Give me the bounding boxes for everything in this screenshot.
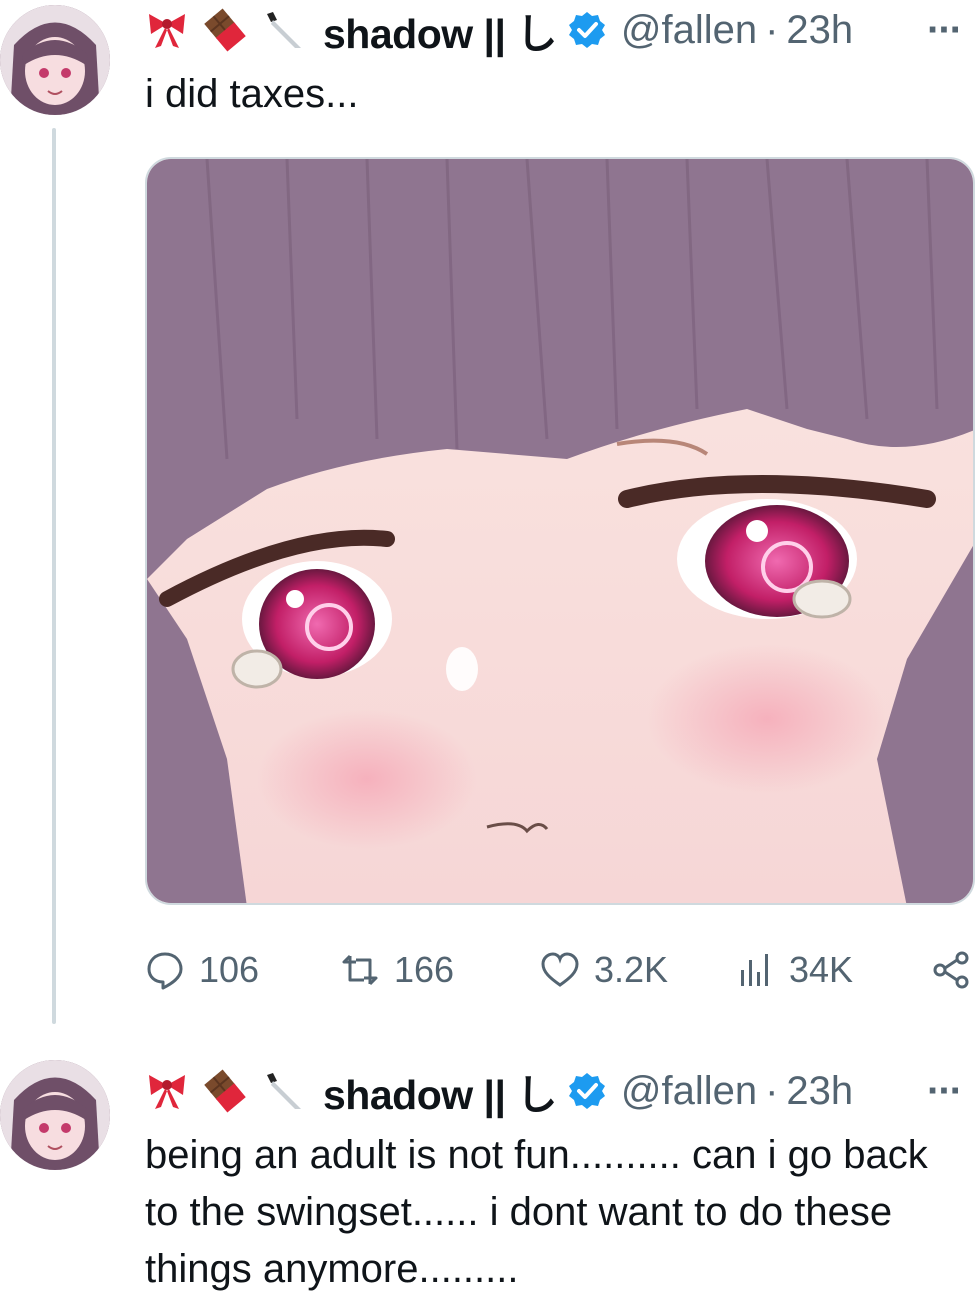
chocolate-icon — [203, 8, 247, 52]
reply-icon — [147, 952, 183, 990]
heart-icon — [541, 952, 579, 987]
more-options-icon[interactable]: ··· — [927, 1069, 963, 1114]
tweet-text-line: being an adult is not fun.......... can … — [145, 1133, 928, 1177]
thread-line — [52, 128, 56, 1024]
tweet-image[interactable] — [145, 157, 975, 905]
share-button[interactable] — [931, 945, 977, 995]
views-button[interactable]: 34K — [735, 945, 853, 995]
repost-button[interactable]: 166 — [340, 945, 454, 995]
knife-icon — [261, 1069, 305, 1113]
timestamp[interactable]: 23h — [786, 8, 853, 53]
view-count: 34K — [789, 949, 854, 990]
tweet-text-line: things anymore......... — [145, 1247, 519, 1291]
avatar[interactable] — [0, 5, 110, 115]
chocolate-icon — [203, 1069, 247, 1113]
reply-button[interactable]: 106 — [145, 945, 259, 995]
display-name[interactable]: shadow || し — [323, 0, 557, 60]
reply-count: 106 — [199, 949, 260, 990]
more-options-icon[interactable]: ··· — [927, 8, 963, 53]
knife-icon — [261, 8, 305, 52]
tweet-text: being an adult is not fun.......... can … — [145, 1127, 975, 1298]
ribbon-icon — [145, 1069, 189, 1113]
handle[interactable]: @fallen — [621, 1069, 757, 1114]
avatar[interactable] — [0, 1060, 110, 1170]
verified-badge-icon — [567, 10, 607, 50]
timestamp[interactable]: 23h — [786, 1069, 853, 1114]
separator: · — [765, 7, 779, 52]
separator: · — [765, 1068, 779, 1113]
repost-icon — [342, 954, 378, 986]
views-icon — [741, 954, 768, 986]
handle[interactable]: @fallen — [621, 8, 757, 53]
display-name[interactable]: shadow || し — [323, 1061, 557, 1121]
ribbon-icon — [145, 8, 189, 52]
tweet-text: i did taxes... — [145, 72, 359, 116]
like-button[interactable]: 3.2K — [540, 945, 668, 995]
share-icon — [933, 951, 969, 989]
tweet-actions: 106 166 3.2K 34K — [145, 945, 975, 995]
like-count: 3.2K — [594, 949, 669, 990]
tweet-header: shadow || し @fallen · 23h ··· — [145, 1063, 975, 1119]
verified-badge-icon — [567, 1071, 607, 1111]
tweet-text-line: to the swingset...... i dont want to do … — [145, 1190, 893, 1234]
repost-count: 166 — [394, 949, 455, 990]
tweet-header: shadow || し @fallen · 23h ··· — [145, 2, 975, 58]
